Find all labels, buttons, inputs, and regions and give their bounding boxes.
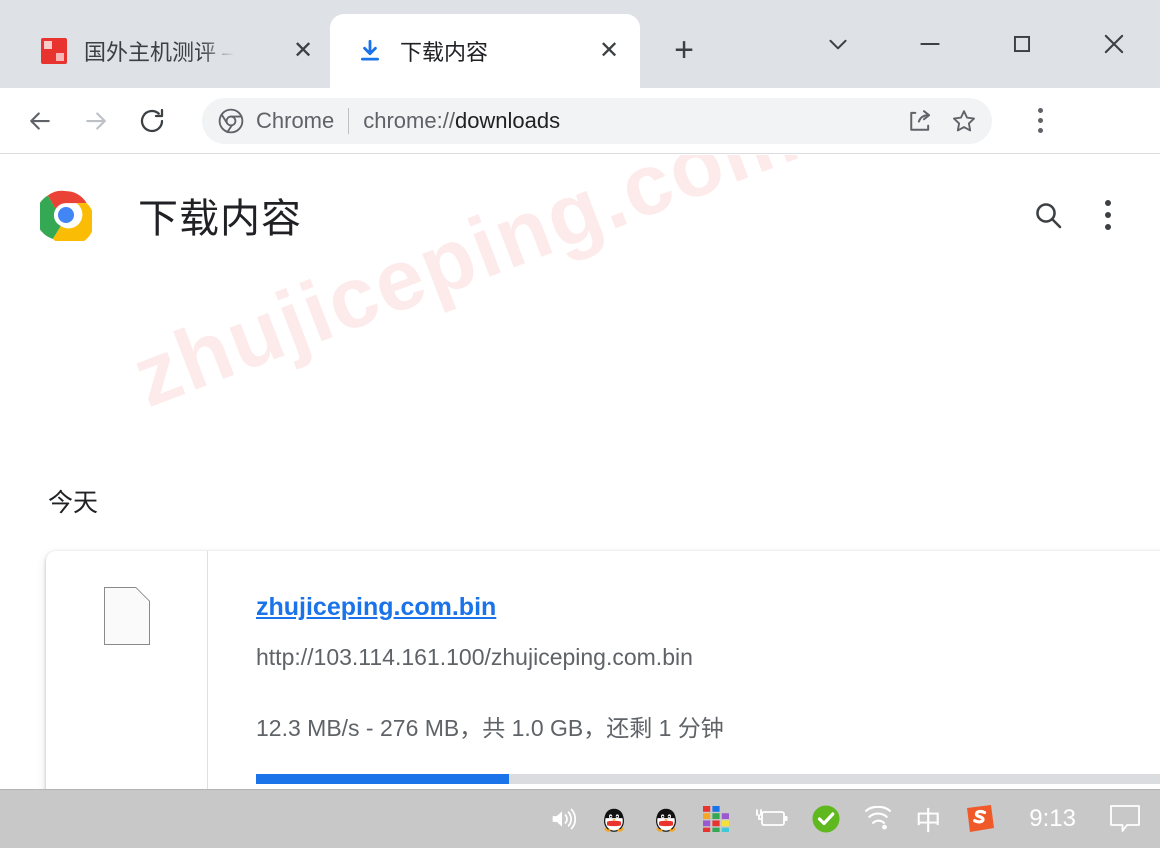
download-status-text: 12.3 MB/s - 276 MB，共 1.0 GB，还剩 1 分钟 (256, 715, 724, 741)
notification-icon[interactable] (1108, 803, 1142, 835)
system-taskbar: 中 9:13 (0, 789, 1160, 848)
site-favicon-icon (40, 37, 68, 65)
page-title: 下载内容 (138, 197, 302, 241)
downloads-page: zhujiceping.com 下载内容 今天 zhujiceping.com.… (0, 155, 1160, 789)
search-icon[interactable] (1018, 185, 1078, 245)
url-scheme: chrome:// (363, 107, 455, 133)
tab-title-site: 国外主机测评 – 国 (84, 40, 234, 65)
generic-file-icon (103, 587, 150, 645)
tab-title-downloads: 下载内容 (400, 40, 489, 65)
tab-site[interactable]: 国外主机测评 – 国 ✕ (14, 14, 314, 88)
chrome-logo-icon (35, 189, 95, 246)
close-icon[interactable] (1068, 0, 1160, 88)
download-source-url: http://103.114.161.100/zhujiceping.com.b… (256, 644, 693, 670)
minimize-icon[interactable] (884, 0, 976, 88)
chevron-down-icon[interactable] (792, 0, 884, 88)
qq-icon[interactable] (651, 804, 681, 834)
green-check-icon[interactable] (811, 804, 841, 834)
file-icon-column (46, 551, 208, 789)
tab-close-site-button[interactable]: ✕ (290, 38, 316, 64)
download-item-card: zhujiceping.com.bin http://103.114.161.1… (46, 551, 1160, 789)
tab-downloads[interactable]: 下载内容 ✕ (330, 14, 640, 88)
chrome-logo-small-icon (218, 108, 244, 134)
ime-chinese-icon[interactable]: 中 (915, 801, 941, 838)
section-label-today: 今天 (48, 489, 99, 517)
download-details: zhujiceping.com.bin http://103.114.161.1… (208, 551, 1160, 789)
tab-strip: 国外主机测评 – 国 ✕ 下载内容 ✕ + (0, 0, 1160, 88)
taskbar-clock[interactable]: 9:13 (1029, 805, 1076, 833)
sogou-icon[interactable] (963, 802, 997, 836)
omnibox-url-text: chrome://downloads (363, 108, 560, 134)
system-tray: 中 9:13 (547, 801, 1142, 838)
tab-close-downloads-button[interactable]: ✕ (596, 38, 622, 64)
more-vert-icon[interactable] (1078, 185, 1138, 245)
color-grid-icon[interactable] (703, 806, 730, 832)
forward-arrow-icon[interactable] (68, 93, 124, 149)
url-path: downloads (454, 107, 561, 133)
header-actions (1018, 155, 1138, 275)
reload-icon[interactable] (124, 93, 180, 149)
window-controls (792, 0, 1160, 88)
qq-icon[interactable] (599, 804, 629, 834)
volume-icon[interactable] (547, 805, 577, 833)
omnibox-chrome-label: Chrome (256, 107, 335, 133)
maximize-icon[interactable] (976, 0, 1068, 88)
downloads-header: 下载内容 (0, 155, 1160, 275)
chrome-menu-button[interactable] (1010, 93, 1070, 149)
share-icon[interactable] (898, 99, 942, 143)
bookmark-star-icon[interactable] (942, 99, 986, 143)
browser-window: 国外主机测评 – 国 ✕ 下载内容 ✕ + (0, 0, 1160, 789)
battery-charging-icon[interactable] (751, 806, 789, 832)
wifi-icon[interactable] (863, 806, 893, 832)
back-arrow-icon[interactable] (12, 93, 68, 149)
download-icon (356, 37, 384, 65)
download-progress-fill (256, 774, 510, 784)
download-file-name-link[interactable]: zhujiceping.com.bin (256, 593, 496, 622)
new-tab-button[interactable]: + (664, 30, 704, 70)
address-bar[interactable]: Chrome chrome://downloads (202, 97, 992, 144)
download-progress-bar (256, 774, 1160, 784)
omnibox-divider (348, 107, 350, 134)
browser-toolbar: Chrome chrome://downloads (0, 88, 1160, 154)
